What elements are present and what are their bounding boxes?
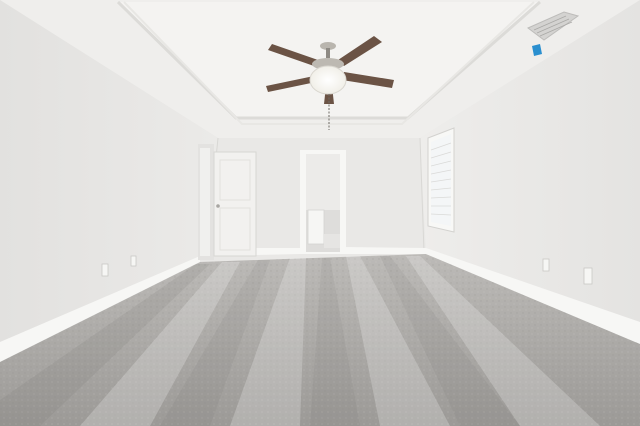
- outlet-right-1: [542, 258, 550, 272]
- window-glass: [431, 134, 451, 226]
- fan-light: [309, 65, 347, 95]
- room-photo: [0, 0, 640, 426]
- outlet-left-1: [101, 263, 109, 277]
- vanity: [307, 209, 325, 245]
- outlet-right-2: [583, 267, 593, 285]
- outlet-left-2: [130, 255, 137, 267]
- door-knob: [216, 204, 220, 208]
- back-baseboard: [256, 248, 300, 255]
- room-illustration: [0, 0, 640, 426]
